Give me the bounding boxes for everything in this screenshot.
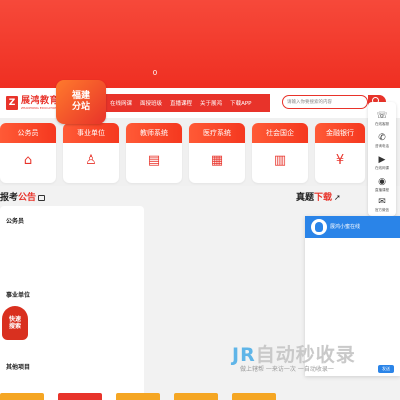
category-card-bank[interactable]: 金融银行 ¥ [315,123,365,183]
category-card-medical[interactable]: 医疗系统 ▦ [189,123,245,183]
chat-header[interactable]: 展鸿小蜜在线 [305,216,400,238]
branch-station-badge[interactable]: 福建 分站 [56,80,106,124]
logo-mark-icon: Z [6,96,18,110]
category-label: 事业单位 [63,123,119,143]
branch-line2: 分站 [71,102,90,112]
site-logo[interactable]: Z 展鸿教育 ZHANHONG EDUCATION [6,95,59,111]
nav-classroom[interactable]: 面授班级 [136,99,166,107]
bank-icon: ¥ [335,153,345,168]
main-nav: 在线网课 面授班级 直播课程 关于展鸿 下载APP [106,94,270,112]
wechat-icon: ✉ [378,197,386,207]
live-icon: ◉ [378,177,386,187]
watermark-subtext: 做上辖帮 一来访一次 一自动收录一 [240,366,334,373]
side-wechat[interactable]: ✉ 官方微信 [368,196,396,213]
hospital-icon: ▦ [210,153,224,168]
bottom-tab-4[interactable] [174,393,218,400]
building-icon: ⌂ [23,153,33,168]
section-title-announcements: 报考公告 [0,190,46,203]
watermark-logo: JR [232,344,256,366]
nav-about[interactable]: 关于展鸿 [196,99,226,107]
quick-search-badge[interactable]: 快速 搜索 [2,306,28,340]
play-icon: ▶ [378,155,386,165]
watermark-main: 自动秒收录 [255,344,356,366]
announcement-panel: 公务员 事业单位 其他项目 [0,206,144,400]
bottom-tab-1[interactable] [0,393,44,400]
section-title-pre: 真题 [296,193,315,203]
quick-line1: 快速 [8,316,21,323]
category-card-state-enterprise[interactable]: 社会国企 ▥ [252,123,308,183]
chat-avatar-icon [311,219,327,235]
category-card-public-institution[interactable]: 事业单位 ♙ [63,123,119,183]
search-placeholder: 请输入你要搜索的内容 [287,100,332,105]
chair-icon: ♙ [85,153,97,168]
side-label: 咨询电话 [375,144,389,148]
category-label: 金融银行 [315,123,365,143]
section-title-pre: 报考 [0,193,19,203]
bottom-tab-3[interactable] [116,393,160,400]
panel-category-civil[interactable]: 公务员 [6,216,24,225]
category-label: 公务员 [0,123,56,143]
book-icon: ▤ [147,153,161,168]
side-live[interactable]: ◉ 直播课程 [368,176,396,193]
panel-category-other[interactable]: 其他项目 [6,362,30,371]
branch-line1: 福建 [71,91,90,101]
category-label: 教师系统 [126,123,182,143]
top-banner[interactable]: 0 [0,0,400,88]
chat-agent-name: 展鸿小蜜在线 [330,224,361,230]
category-label: 社会国企 [252,123,308,143]
search-input[interactable]: 请输入你要搜索的内容 [282,95,368,109]
panel-category-institution[interactable]: 事业单位 [6,290,30,299]
side-label: 直播课程 [375,188,389,192]
office-icon: ▥ [273,153,287,168]
nav-download-app[interactable]: 下载APP [226,99,255,107]
category-card-civil-service[interactable]: 公务员 ⌂ [0,123,56,183]
headset-icon: ☏ [376,111,388,121]
side-online-course[interactable]: ▶ 在线网课 [368,154,396,171]
cursor-pointer-icon: ➚ [334,193,341,202]
banner-indicator[interactable]: 0 [152,68,158,78]
category-label: 医疗系统 [189,123,245,143]
side-label: 在线网课 [375,166,389,170]
watermark: JR自动秒收录 做上辖帮 一来访一次 一自动收录一 [232,340,356,373]
side-label: 官方微信 [375,208,389,212]
nav-live[interactable]: 直播课程 [166,99,196,107]
quick-line2: 搜索 [8,323,21,330]
side-online-service[interactable]: ☏ 在线客服 [368,110,396,127]
nav-online-course[interactable]: 在线网课 [106,99,136,107]
phone-icon: ✆ [378,133,386,143]
category-card-teacher[interactable]: 教师系统 ▤ [126,123,182,183]
logo-name: 展鸿教育 [21,96,60,106]
side-toolbar: ☏ 在线客服 ✆ 咨询电话 ▶ 在线网课 ◉ 直播课程 ✉ 官方微信 [368,102,396,216]
section-title-highlight: 公告 [18,193,37,203]
side-label: 在线客服 [375,122,389,126]
section-title-exam-download: 真题下载 ➚ [296,190,341,203]
logo-subtitle: ZHANHONG EDUCATION [21,106,58,110]
section-title-highlight: 下载 [314,193,333,203]
chat-send-button[interactable]: 发送 [378,365,394,373]
bottom-tab-2[interactable] [58,393,102,400]
watermark-text: JR自动秒收录 [232,340,356,367]
bottom-tab-5[interactable] [232,393,276,400]
side-phone[interactable]: ✆ 咨询电话 [368,132,396,149]
megaphone-icon [38,194,46,201]
